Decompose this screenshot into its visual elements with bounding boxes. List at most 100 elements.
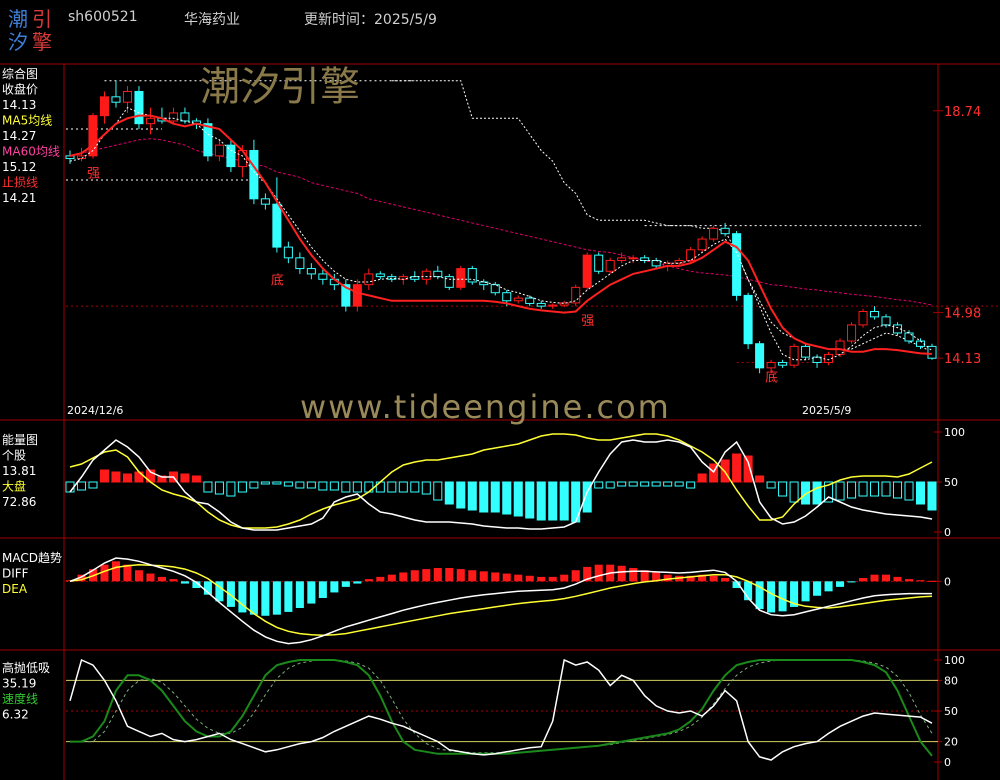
osc-ytick-label: 50 bbox=[944, 705, 958, 718]
energy-bar bbox=[605, 481, 615, 489]
energy-bar bbox=[536, 481, 546, 521]
candle-body bbox=[651, 260, 661, 267]
energy-bar bbox=[272, 481, 282, 485]
energy-bar bbox=[881, 481, 891, 497]
url-watermark: www.tideengine.com bbox=[300, 388, 671, 426]
energy-bar bbox=[927, 481, 937, 511]
trailing-step-line bbox=[391, 80, 933, 353]
candle-body bbox=[99, 96, 110, 117]
macd-bar bbox=[376, 576, 385, 582]
candle-body bbox=[536, 302, 546, 307]
candle-body bbox=[306, 268, 316, 275]
energy-bar bbox=[686, 481, 696, 489]
panel-label: 能量图 bbox=[2, 433, 38, 447]
candle-body bbox=[456, 268, 466, 288]
macd-bar bbox=[307, 581, 316, 604]
macd-bar bbox=[916, 580, 925, 582]
macd-bar bbox=[870, 574, 879, 582]
candle-body bbox=[295, 257, 305, 270]
macd-bar bbox=[399, 572, 408, 582]
energy-bar bbox=[111, 471, 121, 483]
candle-body bbox=[697, 238, 707, 251]
energy-bar bbox=[237, 481, 247, 493]
macd-bar bbox=[801, 581, 810, 602]
energy-bar bbox=[249, 481, 259, 489]
macd-bar bbox=[548, 576, 557, 582]
energy-bar bbox=[122, 473, 132, 483]
candle-body bbox=[421, 270, 431, 280]
price-panel: 综合图收盘价14.13MA5均线14.27MA60均线15.12止损线14.21… bbox=[2, 66, 1000, 417]
macd-bar bbox=[571, 570, 580, 582]
candle-body bbox=[801, 345, 811, 358]
panel-label: 大盘 bbox=[2, 479, 26, 494]
candle-body bbox=[352, 284, 362, 307]
energy-bar bbox=[191, 475, 201, 483]
macd-bar bbox=[123, 564, 132, 582]
energy-ytick-label: 100 bbox=[944, 426, 965, 439]
energy-bar bbox=[858, 481, 868, 497]
macd-bar bbox=[836, 581, 845, 587]
macd-bar bbox=[330, 581, 339, 593]
macd-bar bbox=[295, 581, 304, 608]
macd-bar bbox=[859, 578, 868, 582]
energy-bar bbox=[892, 481, 903, 499]
macd-bar bbox=[514, 574, 523, 582]
candle-body bbox=[180, 112, 190, 122]
candle-body bbox=[628, 257, 638, 260]
energy-bar bbox=[904, 481, 914, 501]
energy-bar bbox=[398, 481, 408, 493]
macd-bar bbox=[491, 572, 500, 582]
panel-label: 15.12 bbox=[2, 160, 36, 174]
panel-label: MA5均线 bbox=[2, 114, 52, 128]
energy-bar bbox=[617, 481, 627, 487]
energy-bar bbox=[76, 481, 87, 491]
energy-bar bbox=[203, 481, 213, 493]
candle-body bbox=[145, 117, 155, 125]
macd-bar bbox=[778, 581, 787, 612]
candle-body bbox=[318, 273, 328, 280]
candle-body bbox=[720, 227, 730, 235]
price-ytick-label: 14.13 bbox=[944, 352, 981, 367]
candle-body bbox=[122, 90, 132, 103]
macd-bar bbox=[709, 575, 718, 582]
macd-bar bbox=[387, 574, 396, 582]
energy-bar bbox=[306, 481, 316, 489]
price-ytick-label: 18.74 bbox=[944, 105, 981, 120]
energy-bar bbox=[387, 481, 397, 493]
macd-bar bbox=[445, 568, 454, 582]
osc-ytick-label: 20 bbox=[944, 736, 958, 749]
ma60-line bbox=[69, 138, 933, 306]
macd-bar bbox=[479, 571, 488, 582]
panel-label: 高抛低吸 bbox=[2, 660, 50, 675]
energy-bar bbox=[594, 481, 604, 489]
candle-body bbox=[214, 144, 224, 157]
macd-bar bbox=[813, 581, 822, 596]
energy-bar bbox=[214, 481, 224, 495]
candle-body bbox=[847, 324, 857, 342]
macd-panel: MACD趋势 DIFFDEA 0 bbox=[2, 551, 951, 645]
osc-ytick-label: 80 bbox=[944, 674, 958, 687]
energy-bar bbox=[513, 481, 523, 517]
energy-bar bbox=[65, 481, 75, 493]
energy-bar bbox=[433, 481, 443, 501]
macd-bar bbox=[617, 565, 626, 582]
macd-bar bbox=[422, 569, 431, 582]
candle-body bbox=[260, 198, 270, 205]
candle-body bbox=[168, 112, 178, 122]
candle-body bbox=[88, 115, 98, 157]
macd-bar bbox=[341, 581, 350, 587]
candle-body bbox=[594, 254, 604, 272]
macd-bar bbox=[904, 579, 914, 582]
macd-bar bbox=[180, 581, 189, 584]
macd-bar bbox=[629, 568, 638, 582]
energy-bar bbox=[456, 481, 466, 509]
panel-label: MACD趋势 bbox=[2, 551, 62, 565]
candle-body bbox=[364, 273, 374, 286]
chart-canvas: 综合图收盘价14.13MA5均线14.27MA60均线15.12止损线14.21… bbox=[0, 63, 1000, 780]
macd-bar bbox=[927, 580, 937, 582]
candle-body bbox=[111, 96, 121, 103]
energy-bar bbox=[88, 481, 98, 489]
macd-bar bbox=[525, 575, 534, 582]
candle-body bbox=[755, 343, 765, 369]
high-low-line bbox=[69, 658, 933, 761]
